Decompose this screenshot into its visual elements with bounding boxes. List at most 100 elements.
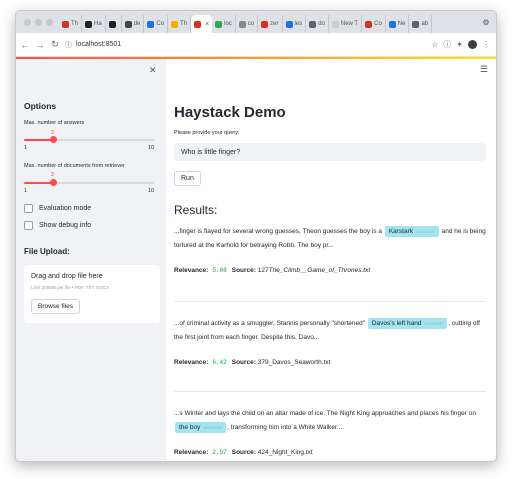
- source-value: 127The_Climb__Game_of_Thrones.txt: [258, 267, 370, 274]
- bookmark-star-icon[interactable]: ☆: [431, 40, 438, 49]
- file-upload-heading: File Upload:: [24, 247, 70, 256]
- browser-tab[interactable]: ab: [409, 15, 433, 33]
- checkbox-box[interactable]: [24, 204, 33, 213]
- answer-tag: ANSWER: [203, 425, 223, 430]
- slider-docs-label: Max. number of documents from retriever: [24, 163, 125, 169]
- browser-tab[interactable]: de: [122, 15, 145, 33]
- source-value: 424_Night_King.txt: [258, 449, 313, 456]
- browser-tab[interactable]: Co: [144, 15, 169, 33]
- context-before: ...of criminal activity as a smuggler, S…: [174, 320, 367, 327]
- show-debug-checkbox[interactable]: Show debug info: [24, 221, 91, 230]
- slider-docs-thumb[interactable]: [49, 179, 57, 186]
- source-label: Source:: [231, 359, 256, 366]
- run-button[interactable]: Run: [174, 171, 201, 186]
- tab-favicon-icon: [365, 20, 373, 28]
- evaluation-mode-label: Evaluation mode: [39, 205, 92, 212]
- answer-text: Davos's left hand: [371, 320, 422, 327]
- browser-tab[interactable]: les: [283, 15, 307, 33]
- tab-favicon-icon: [85, 20, 93, 28]
- source-number: 379_: [257, 359, 273, 366]
- tab-favicon-icon: [412, 20, 420, 28]
- browser-tab[interactable]: loc: [212, 15, 236, 33]
- address-bar: ← → ↻ ⓘ localhost:8501 ☆ ⓘ ✦ ⋮: [16, 33, 496, 57]
- source-value: 379_Davos_Seaworth.txt: [258, 359, 331, 366]
- forward-icon[interactable]: →: [34, 40, 46, 50]
- context-after: , transforming him into a White Walker..…: [227, 424, 344, 431]
- source-number: 127: [257, 267, 269, 274]
- browser-tab[interactable]: co: [236, 15, 259, 33]
- tab-favicon-icon: [285, 20, 293, 28]
- browser-tab[interactable]: ×: [191, 15, 213, 33]
- tab-label: ab: [421, 21, 429, 27]
- tab-favicon-icon: [108, 20, 116, 28]
- answer-highlight: Davos's left hand ANSWER: [367, 318, 448, 329]
- tab-favicon-icon: [215, 20, 223, 28]
- tab-favicon-icon: [388, 20, 396, 28]
- page-title: Haystack Demo: [174, 104, 286, 121]
- browser-tab[interactable]: zer: [258, 15, 283, 33]
- result-context: ...s Winter and lays the child on an alt…: [174, 407, 488, 435]
- info-circle-icon[interactable]: ⓘ: [443, 39, 451, 50]
- browser-tab[interactable]: Co: [362, 15, 386, 33]
- result-meta: Relevance: 2.97 Source: 424_Night_King.txt: [174, 449, 490, 456]
- file-dropzone[interactable]: Drag and drop file here Limit 200MB per …: [24, 265, 160, 323]
- source-number: 424_: [257, 449, 273, 456]
- evaluation-mode-checkbox[interactable]: Evaluation mode: [24, 204, 91, 213]
- profile-avatar[interactable]: [468, 40, 477, 49]
- close-window-button[interactable]: [24, 18, 31, 26]
- slider-docs[interactable]: [24, 179, 154, 186]
- minimize-window-button[interactable]: [35, 18, 42, 26]
- back-icon[interactable]: ←: [19, 40, 31, 50]
- browser-tab[interactable]: New T: [329, 15, 363, 33]
- slider-answers-min: 1: [24, 145, 28, 151]
- tab-label: New T: [340, 21, 359, 27]
- extension-icon[interactable]: ⚙: [479, 18, 493, 27]
- main-content: ☰ Haystack Demo Please provide your quer…: [166, 59, 496, 461]
- browser-tab[interactable]: do: [306, 15, 329, 33]
- slider-answers-thumb[interactable]: [49, 136, 57, 143]
- tab-label: de: [133, 21, 141, 27]
- slider-docs-fill: [24, 182, 53, 184]
- tab-favicon-icon: [124, 20, 132, 28]
- query-input[interactable]: Who is little finger?: [174, 143, 486, 161]
- browse-files-button[interactable]: Browse files: [31, 299, 81, 314]
- more-menu-icon[interactable]: ⋮: [482, 40, 490, 49]
- tab-label: loc: [224, 21, 232, 27]
- browser-tab[interactable]: Ne: [386, 15, 410, 33]
- answer-tag: ANSWER: [424, 321, 444, 326]
- answer-tag: ANSWER: [416, 229, 435, 234]
- slider-answers-fill: [24, 139, 53, 141]
- source-filename: Davos_Seaworth.txt: [272, 359, 331, 366]
- result-meta: Relevance: 5.08 Source: 127The_Climb__Game…: [174, 267, 490, 274]
- browser-tab[interactable]: Ha: [82, 15, 106, 33]
- answer-text: the boy: [179, 424, 201, 431]
- relevance-score: 2.97: [212, 449, 227, 456]
- tab-label: Co: [156, 21, 165, 27]
- close-sidebar-icon[interactable]: ✕: [149, 65, 157, 76]
- browser-tab[interactable]: Th: [59, 15, 83, 33]
- relevance-label: Relevance:: [174, 359, 209, 366]
- slider-answers[interactable]: [24, 136, 154, 143]
- relevance-label: Relevance:: [174, 449, 209, 456]
- source-filename: Night_King.txt: [272, 449, 313, 456]
- maximize-window-button[interactable]: [46, 18, 53, 26]
- divider: [174, 301, 486, 302]
- hamburger-menu-icon[interactable]: ☰: [480, 64, 488, 75]
- extension-puzzle-icon[interactable]: ✦: [456, 40, 463, 49]
- url-field[interactable]: ⓘ localhost:8501: [65, 38, 431, 52]
- browser-tab[interactable]: [106, 15, 122, 33]
- result-context: ...of criminal activity as a smuggler, S…: [174, 317, 488, 345]
- tab-favicon-icon: [194, 20, 202, 28]
- answer-text: Karstark: [388, 228, 414, 235]
- dropzone-hint: Limit 200MB per file • PDF, TXT, DOCX: [31, 285, 110, 290]
- result-context: ...finger is flayed for several wrong gu…: [174, 225, 488, 253]
- relevance-score: 6.42: [212, 359, 227, 366]
- context-before: ...finger is flayed for several wrong gu…: [174, 228, 384, 235]
- source-label: Source:: [231, 449, 256, 456]
- tab-favicon-icon: [171, 20, 179, 28]
- browser-tab[interactable]: Th: [168, 15, 192, 33]
- checkbox-box[interactable]: [24, 221, 33, 230]
- tab-close-icon[interactable]: ×: [205, 21, 209, 28]
- reload-icon[interactable]: ↻: [49, 39, 61, 50]
- tab-favicon-icon: [331, 20, 339, 28]
